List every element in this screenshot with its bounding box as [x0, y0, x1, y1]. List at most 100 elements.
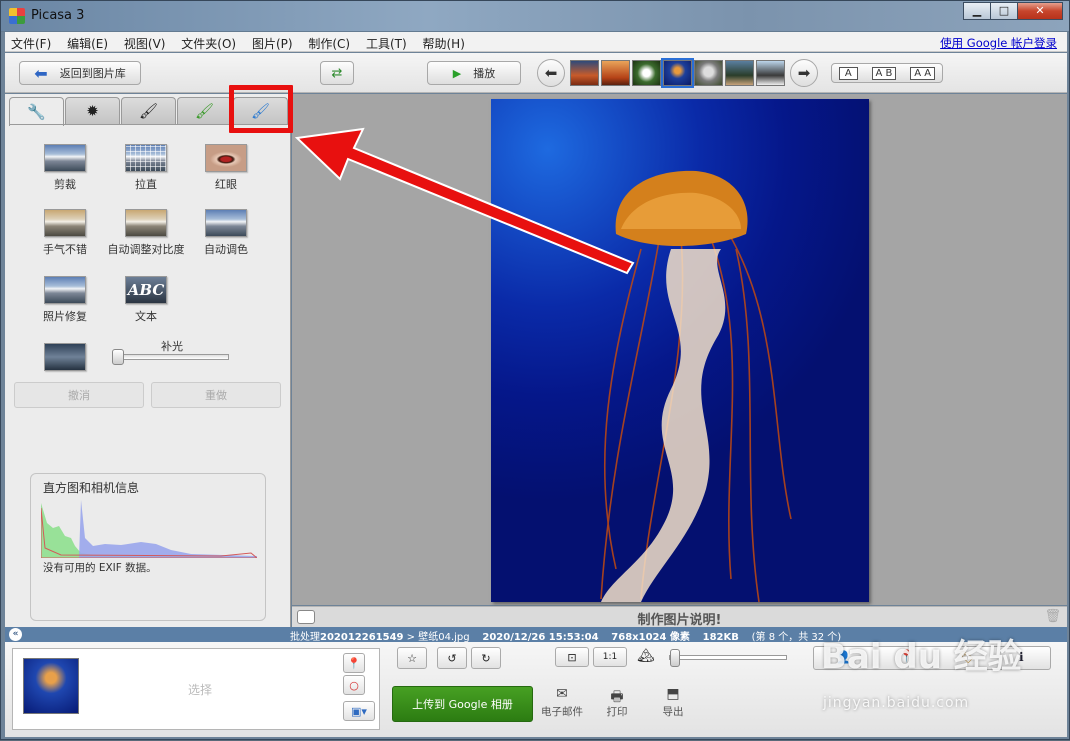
edit-panel: 🔧 ✹ 🖌 🖌 🖌 剪裁 拉直 红眼 手气不错 自动调整对比度 自动调色 照片修…: [5, 94, 291, 627]
menu-create[interactable]: 制作(C): [302, 32, 356, 52]
fill-light-tool: [25, 343, 105, 375]
window-title: Picasa 3: [31, 8, 85, 23]
filmstrip-thumb[interactable]: [601, 60, 630, 86]
picasa-logo-icon: [9, 8, 25, 24]
straighten-tool[interactable]: 拉直: [106, 144, 186, 192]
filmstrip-thumb[interactable]: [756, 60, 785, 86]
zoom-fit-button[interactable]: ⊡: [555, 647, 589, 667]
crop-icon: [44, 144, 86, 172]
histogram-blue-channel: [79, 500, 257, 558]
zoom-slider-handle[interactable]: [670, 649, 680, 667]
email-button[interactable]: ✉ 电子邮件: [537, 686, 587, 719]
zoom-icon: 🏔: [637, 648, 655, 664]
wrench-icon: 🔧: [27, 103, 46, 121]
play-button[interactable]: ▶ 播放: [427, 61, 521, 85]
histogram-chart: [41, 500, 257, 558]
menu-edit[interactable]: 编辑(E): [61, 32, 114, 52]
text-tool[interactable]: ABC 文本: [106, 276, 186, 324]
pin-icon: 📍: [347, 656, 361, 670]
share-button[interactable]: ⇄: [320, 61, 354, 85]
status-text: 批处理202012261549 > 壁纸04.jpg 2020/12/26 15…: [290, 628, 841, 643]
email-icon: ✉: [556, 686, 568, 702]
menu-help[interactable]: 帮助(H): [416, 32, 470, 52]
auto-contrast-icon: [125, 209, 167, 237]
prev-image-button[interactable]: ⬅: [537, 59, 565, 87]
minimize-button[interactable]: ▁: [963, 2, 991, 20]
feeling-lucky-label: 手气不错: [43, 243, 87, 256]
layout-dual-button[interactable]: A A: [910, 66, 936, 80]
hold-pin-button[interactable]: 📍: [343, 653, 365, 673]
trash-icon[interactable]: 🗑: [1044, 609, 1061, 624]
window-controls: ▁ □ ✕: [963, 2, 1063, 20]
menu-tools[interactable]: 工具(T): [360, 32, 413, 52]
close-button[interactable]: ✕: [1017, 2, 1063, 20]
next-image-button[interactable]: ➡: [790, 59, 818, 87]
feeling-lucky-icon: [44, 209, 86, 237]
retouch-tool[interactable]: 照片修复: [25, 276, 105, 324]
toolbar: ⬅ 返回到图片库 ⇄ ▶ 播放 ⬅ ➡ A A B A A: [5, 53, 1067, 93]
menu-view[interactable]: 视图(V): [118, 32, 172, 52]
print-button[interactable]: 🖶 打印: [592, 686, 642, 719]
zoom-slider[interactable]: [669, 649, 787, 667]
filmstrip-thumb-selected[interactable]: [661, 58, 694, 88]
upload-to-google-photos-button[interactable]: 上传到 Google 相册: [392, 686, 533, 722]
menu-bar: 文件(F) 编辑(E) 视图(V) 文件夹(O) 图片(P) 制作(C) 工具(…: [5, 32, 1067, 52]
crop-label: 剪裁: [54, 178, 76, 191]
filmstrip-thumb[interactable]: [725, 60, 754, 86]
feeling-lucky-tool[interactable]: 手气不错: [25, 209, 105, 257]
straighten-label: 拉直: [135, 178, 157, 191]
tray-select-label: 选择: [188, 683, 213, 697]
retouch-label: 照片修复: [43, 310, 87, 323]
tab-effects-2[interactable]: 🖌: [177, 97, 232, 124]
redeye-tool[interactable]: 红眼: [186, 144, 266, 192]
clear-tray-button[interactable]: ○: [343, 675, 365, 695]
main-photo[interactable]: [491, 99, 869, 602]
caption-placeholder[interactable]: 制作图片说明!: [292, 609, 1067, 628]
tab-basic-fixes[interactable]: 🔧: [9, 97, 64, 126]
undo-button[interactable]: 撤消: [14, 382, 144, 408]
jellyfish-oral-arms: [601, 249, 726, 602]
back-arrow-icon: ⬅: [34, 63, 48, 83]
layout-compare-button[interactable]: A B: [871, 66, 897, 80]
histogram-panel: 直方图和相机信息 没有可用的 EXIF 数据。: [30, 473, 266, 621]
crop-tool[interactable]: 剪裁: [25, 144, 105, 192]
email-label: 电子邮件: [541, 706, 583, 718]
menu-file[interactable]: 文件(F): [5, 32, 57, 52]
filmstrip-thumb[interactable]: [632, 60, 661, 86]
maximize-button[interactable]: □: [990, 2, 1018, 20]
export-button[interactable]: ⬒ 导出: [648, 686, 698, 719]
fill-light-icon: [44, 343, 86, 371]
redo-button[interactable]: 重做: [151, 382, 281, 408]
auto-contrast-tool[interactable]: 自动调整对比度: [106, 209, 186, 257]
signin-link[interactable]: 使用 Google 帐户登录: [934, 32, 1063, 51]
layout-mode-group: A A B A A: [831, 63, 943, 83]
filmstrip: [570, 58, 787, 88]
menu-picture[interactable]: 图片(P): [246, 32, 299, 52]
histogram-title: 直方图和相机信息: [43, 481, 140, 495]
rotate-left-icon: ↺: [447, 651, 457, 665]
back-to-library-button[interactable]: ⬅ 返回到图片库: [19, 61, 141, 85]
zoom-actual-button[interactable]: 1:1: [593, 647, 627, 667]
filmstrip-thumb[interactable]: [570, 60, 599, 86]
printer-icon: 🖶: [610, 689, 624, 705]
back-to-library-label: 返回到图片库: [59, 67, 126, 80]
tab-effects[interactable]: 🖌: [121, 97, 176, 124]
brush-icon: 🖌: [138, 102, 159, 120]
add-to-album-button[interactable]: ▣▾: [343, 701, 375, 721]
fill-light-slider[interactable]: [112, 349, 229, 365]
rotate-left-button[interactable]: ↺: [437, 647, 467, 669]
brush-green-icon: 🖌: [194, 102, 215, 120]
layout-single-button[interactable]: A: [838, 66, 858, 80]
auto-color-tool[interactable]: 自动调色: [186, 209, 266, 257]
play-label: 播放: [473, 67, 496, 80]
filmstrip-thumb[interactable]: [694, 60, 723, 86]
tab-tuning[interactable]: ✹: [65, 97, 120, 124]
star-button[interactable]: ☆: [397, 647, 427, 669]
rotate-right-button[interactable]: ↻: [471, 647, 501, 669]
menu-folder[interactable]: 文件夹(O): [175, 32, 242, 52]
redeye-icon: [205, 144, 247, 172]
tray-thumbnail[interactable]: [23, 658, 79, 714]
collapse-panel-icon[interactable]: «: [9, 628, 22, 641]
auto-color-icon: [205, 209, 247, 237]
fill-light-slider-handle[interactable]: [112, 349, 124, 365]
